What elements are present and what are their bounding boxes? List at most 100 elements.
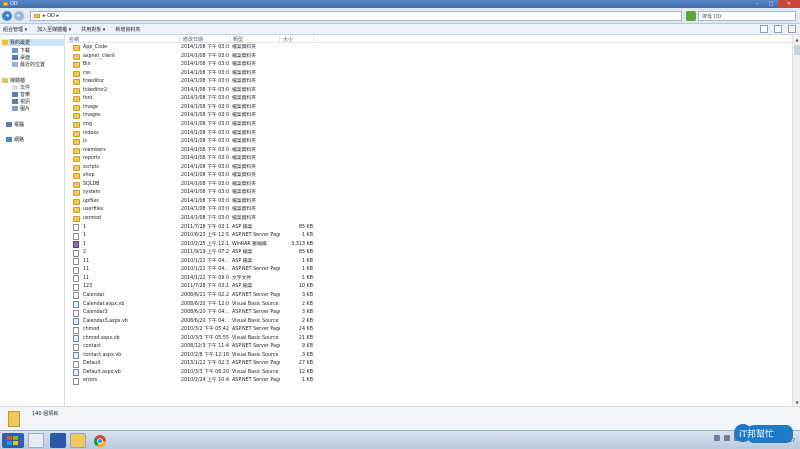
nav-recent[interactable]: 最近的位置	[12, 61, 45, 68]
file-row[interactable]: 1 2010/2/25 上午 12:16 WinRAR 壓縮檔 3,313 KB	[66, 241, 792, 250]
address-bar[interactable]: ▸ OD ▸	[30, 11, 682, 21]
file-row[interactable]: userfiles 2014/1/08 下午 03:09 檔案資料夾	[66, 206, 792, 215]
view-options-icon[interactable]	[760, 25, 768, 33]
minimize-button[interactable]: –	[750, 0, 764, 8]
close-button[interactable]: ✕	[778, 0, 800, 8]
file-row[interactable]: 11 2010/1/22 下午 04:... ASP 檔案 1 KB	[66, 258, 792, 267]
file-icon	[73, 258, 79, 266]
file-row[interactable]: Calendar3 2008/6/20 下午 04:... ASP.NET Serv…	[66, 309, 792, 318]
chrome-icon[interactable]	[92, 433, 108, 448]
start-button[interactable]	[2, 433, 24, 448]
file-row[interactable]: Calendar3.aspx.vb 2008/6/20 下午 04:... Visu…	[66, 318, 792, 327]
file-row[interactable]: usrmod 2014/1/08 下午 03:09 檔案資料夾	[66, 215, 792, 224]
include-library-button[interactable]: 加入至媒體櫃 ▾	[37, 26, 71, 33]
file-row[interactable]: system 2014/1/08 下午 03:08 檔案資料夾	[66, 189, 792, 198]
file-row[interactable]: SQLDB 2014/1/08 下午 03:08 檔案資料夾	[66, 181, 792, 190]
preview-pane-icon[interactable]	[774, 25, 782, 33]
file-type: 檔案資料夾	[232, 164, 256, 170]
file-date: 2014/1/21 下午 09:07	[181, 275, 229, 281]
file-row[interactable]: scripts 2014/1/08 下午 03:08 檔案資料夾	[66, 164, 792, 173]
nav-network[interactable]: 網路	[6, 136, 24, 143]
file-row[interactable]: contact 2008/12/3 下午 11:40 ASP.NET Server …	[66, 343, 792, 352]
file-row[interactable]: Calendar.aspx.vb 2008/6/20 下午 12:06 Visual…	[66, 301, 792, 310]
file-row[interactable]: contact.aspx.vb 2010/2/8 下午 12:16 Visual B…	[66, 352, 792, 361]
column-header-type[interactable]: 類型	[230, 35, 280, 43]
file-row[interactable]: fckeditor 2014/1/08 下午 03:08 檔案資料夾	[66, 78, 792, 87]
folder-icon	[73, 207, 80, 214]
file-type: 檔案資料夾	[232, 45, 256, 50]
explorer-icon[interactable]	[70, 433, 86, 448]
folder-icon	[73, 62, 80, 69]
file-row[interactable]: App_Code 2014/1/08 下午 03:08 檔案資料夾	[66, 44, 792, 53]
refresh-button[interactable]	[686, 11, 696, 21]
organize-button[interactable]: 組合管理 ▾	[3, 26, 27, 33]
vertical-scrollbar[interactable]: ▲ ▼	[792, 35, 800, 406]
file-row[interactable]: reports 2014/1/08 下午 03:08 檔案資料夾	[66, 155, 792, 164]
scroll-down-icon[interactable]: ▼	[793, 398, 800, 406]
new-folder-button[interactable]: 新增資料夾	[115, 26, 140, 33]
file-size: 85 KB	[298, 224, 313, 230]
forward-button[interactable]: ▸	[14, 10, 24, 21]
nav-documents[interactable]: 文件	[12, 84, 30, 91]
file-type: ASP 檔案	[232, 224, 253, 230]
file-name: contact	[83, 344, 101, 350]
file-row[interactable]: indexs 2014/1/08 下午 03:08 檔案資料夾	[66, 130, 792, 139]
file-row[interactable]: Bin 2014/1/08 下午 03:08 檔案資料夾	[66, 61, 792, 70]
nav-libraries[interactable]: 媒體櫃	[2, 77, 25, 84]
file-row[interactable]: shop 2014/1/08 下午 03:08 檔案資料夾	[66, 172, 792, 181]
file-row[interactable]: fckeditor2 2014/1/08 下午 03:08 檔案資料夾	[66, 87, 792, 96]
file-row[interactable]: 123 2011/7/28 下午 03:10 ASP 檔案 10 KB	[66, 283, 792, 292]
nav-videos[interactable]: 視訊	[12, 98, 30, 105]
nav-favorites[interactable]: 我的最愛	[2, 39, 64, 46]
file-row[interactable]: img 2014/1/08 下午 03:08 檔案資料夾	[66, 121, 792, 130]
file-name: reports	[83, 156, 101, 162]
file-row[interactable]: 1 2011/7/28 下午 03:10 ASP 檔案 85 KB	[66, 224, 792, 233]
file-row[interactable]: 1 2010/6/23 上午 12:54 ASP.NET Server Page 1 …	[66, 232, 792, 241]
nav-downloads[interactable]: 下載	[12, 47, 30, 54]
server-manager-icon[interactable]	[28, 433, 44, 448]
file-row[interactable]: chmod.aspx.vb 2010/3/3 下午 05:55 Visual Bas…	[66, 335, 792, 344]
file-row[interactable]: images 2014/1/08 下午 03:08 檔案資料夾	[66, 112, 792, 121]
file-type: WinRAR 壓縮檔	[232, 241, 267, 247]
file-type: Visual Basic Source ...	[232, 318, 280, 324]
file-row[interactable]: Default.aspx.vb 2010/3/3 下午 06:20 Visual B…	[66, 369, 792, 378]
file-type: ASP.NET Server Page	[232, 327, 280, 333]
nav-desktop[interactable]: 桌面	[12, 54, 30, 61]
powershell-icon[interactable]	[50, 433, 66, 448]
file-row[interactable]: image 2014/1/08 下午 03:08 檔案資料夾	[66, 104, 792, 113]
file-row[interactable]: Calendar 2008/6/21 下午 02:23 ASP.NET Server…	[66, 292, 792, 301]
file-row[interactable]: upfiles 2014/1/08 下午 03:09 檔案資料夾	[66, 198, 792, 207]
nav-computer[interactable]: 電腦	[6, 121, 24, 128]
file-row[interactable]: css 2014/1/08 下午 03:08 檔案資料夾	[66, 70, 792, 79]
tray-flag-icon[interactable]	[714, 435, 720, 441]
search-placeholder: 搜尋 OD	[702, 13, 722, 20]
column-header-name[interactable]: 名稱	[66, 35, 180, 43]
help-icon[interactable]	[788, 25, 796, 33]
file-row[interactable]: Default 2013/1/12 下午 02:39 ASP.NET Server …	[66, 360, 792, 369]
nav-music[interactable]: 音樂	[12, 91, 30, 98]
search-input[interactable]: 搜尋 OD	[698, 11, 796, 21]
file-row[interactable]: errors 2010/2/24 上午 10:47 ASP.NET Server P…	[66, 377, 792, 386]
file-name: 1	[83, 233, 87, 239]
column-header-date[interactable]: 修改日期	[180, 35, 230, 43]
back-button[interactable]: ◂	[2, 10, 12, 21]
tray-network-icon[interactable]	[724, 435, 730, 441]
scrollbar-thumb[interactable]	[794, 45, 800, 55]
file-row[interactable]: 11 2014/1/21 下午 09:07 文字文件 1 KB	[66, 275, 792, 284]
maximize-button[interactable]: □	[764, 0, 778, 8]
file-row[interactable]: 11 2010/1/22 下午 04:... ASP.NET Server Page…	[66, 266, 792, 275]
file-name: Default.aspx.vb	[83, 369, 121, 375]
file-name: 2	[83, 250, 87, 256]
file-row[interactable]: font 2014/1/08 下午 03:08 檔案資料夾	[66, 95, 792, 104]
file-row[interactable]: members 2014/1/08 下午 03:08 檔案資料夾	[66, 147, 792, 156]
scroll-up-icon[interactable]: ▲	[793, 35, 800, 43]
nav-pictures[interactable]: 圖片	[12, 105, 30, 112]
file-row[interactable]: aspnet_client 2014/1/08 下午 03:08 檔案資料夾	[66, 53, 792, 62]
file-row[interactable]: chmod 2010/3/2 下午 05:42 ASP.NET Server Pag…	[66, 326, 792, 335]
share-button[interactable]: 共用對象 ▾	[81, 26, 105, 33]
file-row[interactable]: 2 2011/9/19 上午 07:28 ASP 檔案 85 KB	[66, 249, 792, 258]
column-header-size[interactable]: 大小	[280, 35, 314, 43]
file-name: 11	[83, 258, 90, 264]
folder-icon	[73, 181, 80, 188]
file-row[interactable]: js 2014/1/08 下午 03:08 檔案資料夾	[66, 138, 792, 147]
